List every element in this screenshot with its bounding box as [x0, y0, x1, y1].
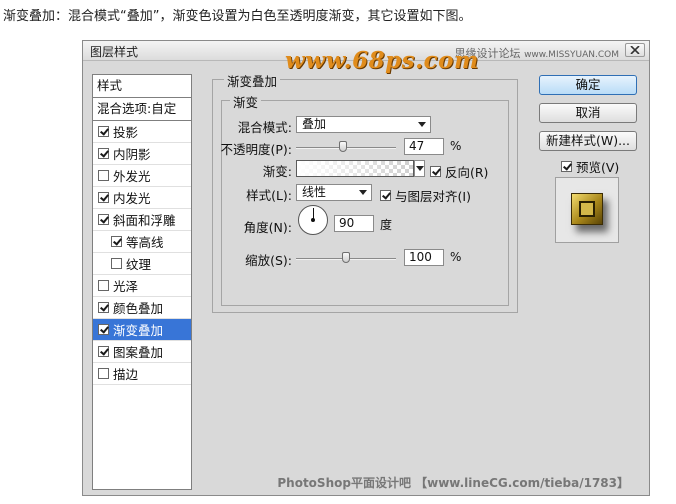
cancel-button[interactable]: 取消 — [539, 103, 637, 123]
preview-checkbox[interactable]: 预览(V) — [561, 157, 619, 176]
style-item-checkbox[interactable] — [98, 368, 109, 379]
style-select[interactable]: 线性 — [296, 184, 372, 201]
style-item-label: 等高线 — [126, 235, 164, 250]
dialog-title: 图层样式 — [90, 45, 139, 59]
angle-input[interactable]: 90 — [334, 215, 374, 232]
opacity-unit: % — [450, 139, 462, 153]
style-item-label: 渐变叠加 — [113, 323, 164, 338]
chevron-down-icon — [416, 166, 424, 171]
style-item-checkbox[interactable] — [98, 302, 109, 313]
layer-style-dialog: 图层样式 思缘设计论坛 www.MISSYUAN.COM www.68ps.co… — [82, 40, 650, 496]
scale-input[interactable]: 100 — [404, 249, 444, 266]
reverse-label: 反向(R) — [445, 165, 489, 180]
style-item-checkbox[interactable] — [98, 346, 109, 357]
blend-options-item[interactable]: 混合选项:自定 — [93, 98, 191, 121]
style-item-checkbox[interactable] — [111, 236, 122, 247]
style-item-checkbox[interactable] — [98, 192, 109, 203]
close-button[interactable] — [625, 43, 645, 57]
blend-mode-value: 叠加 — [302, 117, 327, 131]
style-item-checkbox[interactable] — [98, 280, 109, 291]
style-item[interactable]: 等高线 — [93, 231, 191, 253]
gradient-overlay-group: 渐变叠加 渐变 混合模式: 叠加 不透明度(P): 47 % 渐变: 反向(R)… — [212, 71, 518, 313]
style-item[interactable]: 描边 — [93, 363, 191, 385]
blend-mode-label: 混合模式: — [237, 120, 292, 135]
style-item[interactable]: 内发光 — [93, 187, 191, 209]
scale-label: 缩放(S): — [245, 253, 292, 268]
style-item-checkbox[interactable] — [98, 214, 109, 225]
style-item-label: 光泽 — [113, 279, 139, 294]
style-item-checkbox[interactable] — [111, 258, 122, 269]
style-item-label: 描边 — [113, 367, 139, 382]
style-item[interactable]: 内阴影 — [93, 143, 191, 165]
new-style-button[interactable]: 新建样式(W)... — [539, 131, 637, 151]
style-item[interactable]: 投影 — [93, 121, 191, 143]
style-item[interactable]: 图案叠加 — [93, 341, 191, 363]
page-caption: 渐变叠加：混合模式“叠加”，渐变色设置为白色至透明度渐变，其它设置如下图。 — [3, 9, 472, 24]
gradient-swatch[interactable] — [296, 160, 414, 177]
align-label: 与图层对齐(I) — [395, 189, 471, 204]
gradient-subgroup: 渐变 混合模式: 叠加 不透明度(P): 47 % 渐变: 反向(R) 样式(L… — [220, 92, 509, 306]
angle-dial[interactable] — [298, 205, 328, 235]
preview-checkbox-box[interactable] — [561, 161, 572, 172]
style-item-label: 纹理 — [126, 257, 152, 272]
preview-label: 预览(V) — [576, 160, 620, 175]
watermark-missyuan: 思缘设计论坛 www.MISSYUAN.COM — [455, 45, 619, 61]
watermark-68ps: www.68ps.com — [285, 47, 479, 74]
angle-center-dot — [311, 218, 315, 222]
align-checkbox-box[interactable] — [380, 190, 391, 201]
reverse-checkbox-box[interactable] — [430, 166, 441, 177]
style-label: 样式(L): — [246, 188, 292, 203]
style-item-checkbox[interactable] — [98, 324, 109, 335]
style-item[interactable]: 颜色叠加 — [93, 297, 191, 319]
opacity-input[interactable]: 47 — [404, 138, 444, 155]
style-item-label: 图案叠加 — [113, 345, 164, 360]
chevron-down-icon — [418, 122, 426, 127]
styles-header[interactable]: 样式 — [93, 75, 191, 98]
style-item-label: 外发光 — [113, 169, 151, 184]
style-item[interactable]: 渐变叠加 — [93, 319, 191, 341]
blend-mode-select[interactable]: 叠加 — [296, 116, 431, 133]
style-item-checkbox[interactable] — [98, 170, 109, 181]
style-item-label: 斜面和浮雕 — [113, 213, 176, 228]
style-item-label: 颜色叠加 — [113, 301, 164, 316]
scale-slider-thumb[interactable] — [342, 252, 350, 263]
style-item-label: 内发光 — [113, 191, 151, 206]
gradient-label: 渐变: — [262, 164, 292, 179]
style-items: 投影内阴影外发光内发光斜面和浮雕等高线纹理光泽颜色叠加渐变叠加图案叠加描边 — [93, 121, 191, 385]
preview-thumbnail — [571, 193, 603, 225]
angle-label: 角度(N): — [243, 220, 292, 235]
style-item-label: 投影 — [113, 125, 139, 140]
styles-list: 样式 混合选项:自定 投影内阴影外发光内发光斜面和浮雕等高线纹理光泽颜色叠加渐变… — [92, 74, 192, 490]
angle-unit: 度 — [380, 218, 393, 232]
style-item[interactable]: 纹理 — [93, 253, 191, 275]
gradient-subgroup-title: 渐变 — [230, 92, 262, 111]
preview-thumbnail-core — [579, 201, 595, 217]
ok-button[interactable]: 确定 — [539, 75, 637, 95]
style-item-checkbox[interactable] — [98, 148, 109, 159]
style-item[interactable]: 外发光 — [93, 165, 191, 187]
style-item-checkbox[interactable] — [98, 126, 109, 137]
gradient-overlay-title: 渐变叠加 — [224, 71, 281, 90]
close-icon — [630, 46, 640, 54]
reverse-checkbox[interactable]: 反向(R) — [430, 162, 488, 181]
scale-unit: % — [450, 250, 462, 264]
align-with-layer-checkbox[interactable]: 与图层对齐(I) — [380, 186, 471, 205]
style-item[interactable]: 斜面和浮雕 — [93, 209, 191, 231]
watermark-linecg: PhotoShop平面设计吧 【www.lineCG.com/tieba/178… — [277, 476, 629, 490]
opacity-slider-thumb[interactable] — [339, 141, 347, 152]
opacity-label: 不透明度(P): — [220, 142, 292, 157]
style-preview — [555, 177, 619, 243]
chevron-down-icon — [359, 190, 367, 195]
watermark-missyuan-en: www.MISSYUAN.COM — [524, 50, 619, 60]
style-value: 线性 — [302, 185, 327, 199]
style-item-label: 内阴影 — [113, 147, 151, 162]
style-item[interactable]: 光泽 — [93, 275, 191, 297]
gradient-dropdown-button[interactable] — [414, 160, 425, 177]
